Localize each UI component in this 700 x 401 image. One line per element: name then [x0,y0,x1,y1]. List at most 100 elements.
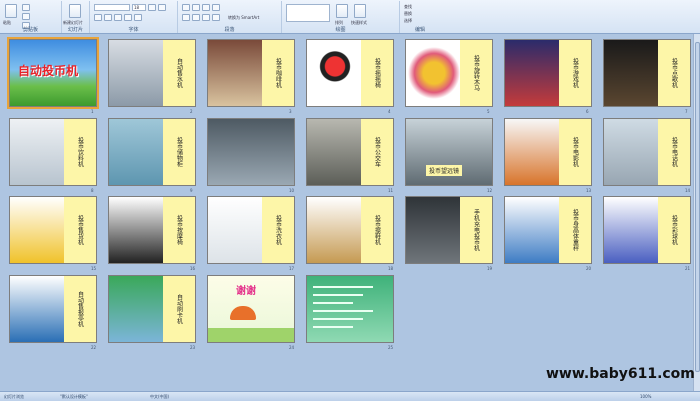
slide-thumbnail[interactable]: 投币洗衣机 [207,196,295,264]
shapes-gallery[interactable] [286,4,330,22]
slide-thumbnail[interactable]: 自动售报亭机 [9,275,97,343]
slide-thumbnail[interactable]: 投币电话机 [603,118,691,186]
slide-label-panel: 投币身高体重秤 [559,197,591,263]
slide-number: 21 [685,266,691,271]
slide-thumbnail[interactable]: 投币售货机 [9,196,97,264]
slide-picture [505,119,561,185]
slide-thumbnail[interactable]: 投币擦鞋机 [306,196,394,264]
slide-thumbnail[interactable]: 自动投币机 [7,37,99,109]
slide-number: 6 [586,109,589,114]
justify-icon[interactable] [212,14,220,21]
align-left-icon[interactable] [182,14,190,21]
underline-icon[interactable] [114,14,122,21]
arrange-icon[interactable] [336,4,348,18]
slide-number: 2 [190,109,193,114]
arrange-button-label[interactable]: 排列 [335,20,343,25]
slide-thumbnail[interactable]: 投币按摩椅 [108,196,196,264]
slide-label-panel: 投币游戏机 [559,40,591,106]
scrollbar-thumb[interactable] [695,42,700,372]
slide-picture [604,40,660,106]
clipboard-group-label: 剪贴板 [22,27,38,33]
slide-number: 22 [91,345,97,350]
quick-styles-icon[interactable] [354,4,366,18]
slide-thumbnail[interactable]: 谢谢 [207,275,295,343]
align-center-icon[interactable] [192,14,200,21]
font-size-field[interactable]: 18 [132,4,146,11]
slide-thumbnail[interactable]: 自动售水机 [108,39,196,107]
replace-button[interactable]: 替换 [404,11,412,16]
slide-thumbnail[interactable]: 投币彩球机 [603,196,691,264]
quick-styles-button-label[interactable]: 快速样式 [351,20,367,25]
editing-group-label: 编辑 [414,27,425,33]
slide-title: 投币擦鞋机 [373,215,381,245]
slide-title: 投币按摩椅 [175,215,183,245]
slide-number: 23 [190,345,196,350]
slide-label-panel: 投币电话机 [658,119,690,185]
slide-number: 5 [487,109,490,114]
text-line [313,310,373,312]
slide-thumbnail[interactable]: 自动刷卡机 [108,275,196,343]
slide-thumbnail[interactable]: 投币游戏机 [504,39,592,107]
slide-picture [307,40,363,106]
slide-picture [505,40,561,106]
select-button[interactable]: 选择 [404,18,412,23]
slide-thumbnail[interactable]: 投币身高体重秤 [504,196,592,264]
paste-button-label[interactable]: 粘贴 [3,20,11,25]
cut-icon[interactable] [22,4,30,11]
slide-title: 投币公交车 [373,137,381,167]
find-button[interactable]: 查找 [404,4,412,9]
bold-icon[interactable] [94,14,102,21]
status-zoom[interactable]: 100% [640,394,651,399]
italic-icon[interactable] [104,14,112,21]
copy-icon[interactable] [22,13,30,20]
grow-font-icon[interactable] [148,4,156,11]
slide-thumbnail[interactable]: 投币电影机 [504,118,592,186]
slide-thumbnail[interactable]: 投币储物柜 [108,118,196,186]
bullets-icon[interactable] [182,4,190,11]
slide-title: 谢谢 [236,286,256,297]
slide-thumbnail[interactable]: 投币摇摇椅 [306,39,394,107]
slide-picture [406,40,462,106]
shrink-font-icon[interactable] [158,4,166,11]
font-name-field[interactable] [94,4,130,11]
slide-thumbnail[interactable]: 投币饮料机 [9,118,97,186]
slide-thumbnail[interactable] [306,275,394,343]
slide-label-panel: 投币摇摇椅 [361,40,393,106]
strikethrough-icon[interactable] [124,14,132,21]
grass-decoration [208,328,294,342]
font-group-label: 字体 [128,27,139,33]
new-slide-button-label[interactable]: 新建幻灯片 [63,20,83,25]
slide-thumbnail[interactable]: 投币咖啡机 [207,39,295,107]
decrease-indent-icon[interactable] [202,4,210,11]
slide-number: 11 [388,188,394,193]
font-color-icon[interactable] [134,14,142,21]
numbering-icon[interactable] [192,4,200,11]
status-language: 中文(中国) [150,394,170,399]
editing-group: 查找 替换 选择 编辑 [400,1,440,33]
vertical-scrollbar[interactable] [693,34,700,391]
slide-title: 自动售水机 [175,58,183,88]
slide-thumbnail[interactable]: 投币望远镜 [405,118,493,186]
slide-title: 投币电影机 [571,137,579,167]
align-right-icon[interactable] [202,14,210,21]
slide-label-panel: 投币咖啡机 [262,40,294,106]
increase-indent-icon[interactable] [212,4,220,11]
watermark: www.baby611.com [546,366,695,382]
slide-title: 投币饮料机 [76,137,84,167]
slide-thumbnail[interactable]: 投币公交车 [306,118,394,186]
slide-title: 投币电话机 [670,137,678,167]
slide-picture [109,276,165,342]
slide-thumbnail[interactable]: 投币点歌机 [603,39,691,107]
slide-picture [109,119,165,185]
slide-title: 投币彩球机 [670,215,678,245]
slide-thumbnail[interactable] [207,118,295,186]
slide-label-panel: 投币饮料机 [64,119,96,185]
slide-number: 18 [388,266,394,271]
slide-thumbnail[interactable]: 投币旋转木马 [405,39,493,107]
mushroom-icon [230,306,256,320]
smartart-button[interactable]: 转换为 SmartArt [228,15,259,20]
slide-thumbnail[interactable]: 手机充电投币机 [405,196,493,264]
new-slide-icon[interactable] [69,4,81,18]
slide-number: 7 [685,109,688,114]
paste-icon[interactable] [5,4,17,18]
